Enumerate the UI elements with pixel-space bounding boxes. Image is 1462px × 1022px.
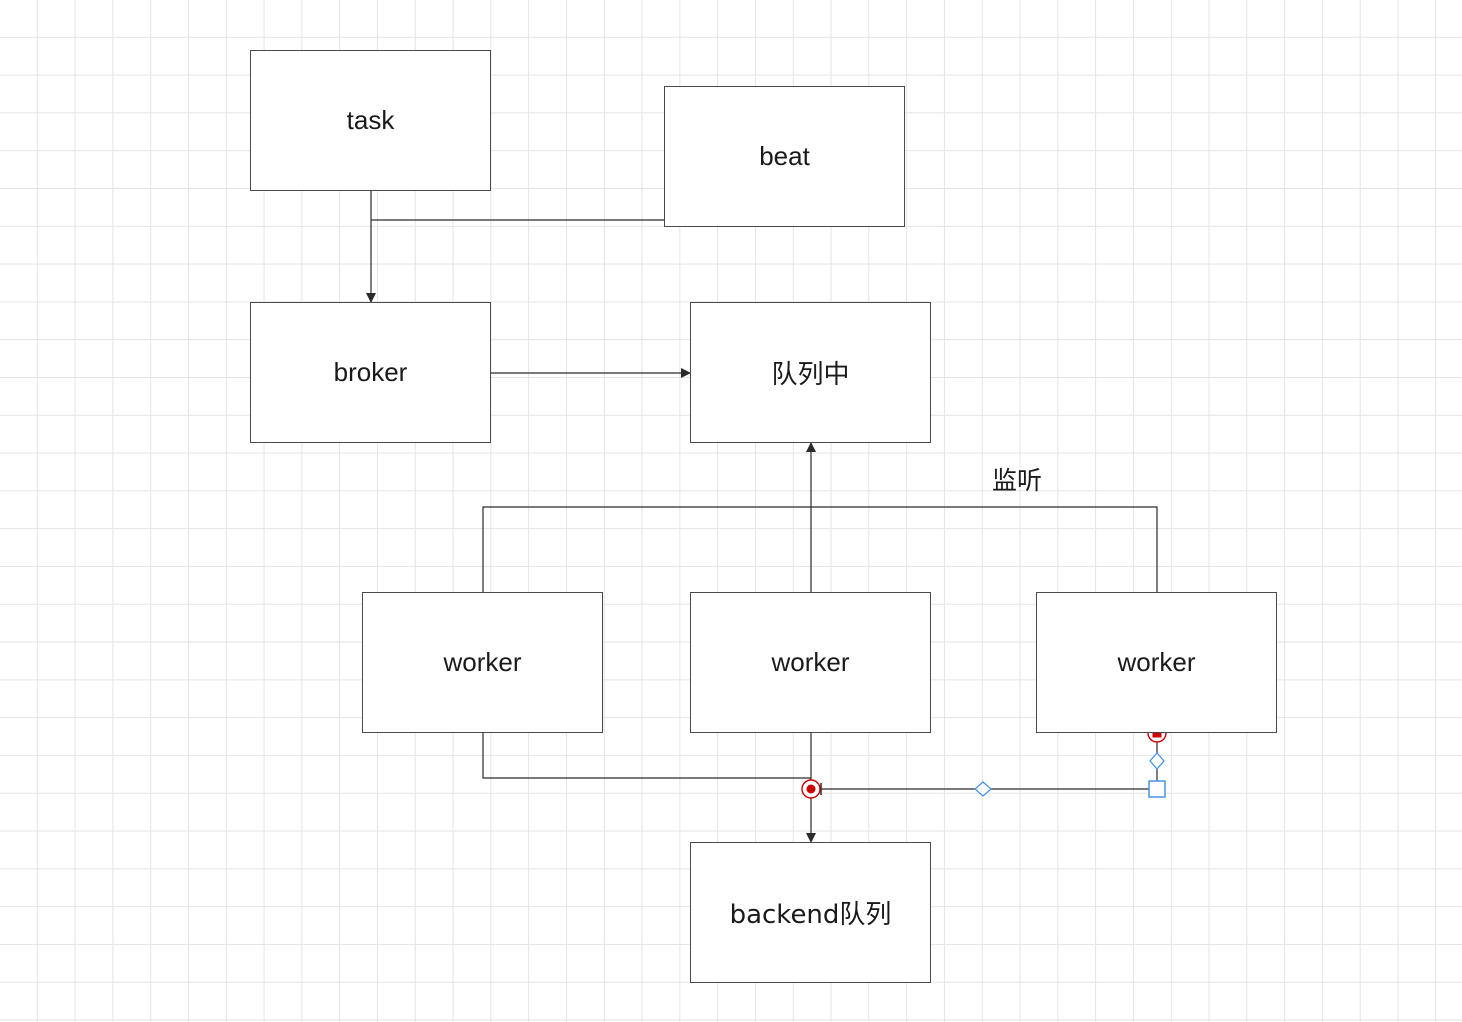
edge-left-worker-to-backend[interactable] [482, 733, 811, 779]
node-backend-queue[interactable]: backend队列 [690, 842, 931, 983]
node-beat[interactable]: beat [664, 86, 905, 227]
node-queue-label: 队列中 [771, 360, 850, 390]
node-worker-center[interactable]: worker [690, 592, 931, 733]
connector-corner-handle[interactable] [1148, 780, 1166, 798]
node-task-label: task [346, 105, 395, 135]
node-queue[interactable]: 队列中 [690, 302, 931, 443]
connector-end-handle[interactable] [801, 779, 821, 799]
node-broker[interactable]: broker [250, 302, 491, 443]
node-worker-center-label: worker [771, 647, 850, 677]
node-beat-label: beat [759, 141, 810, 171]
node-worker-left[interactable]: worker [362, 592, 603, 733]
node-worker-right[interactable]: worker [1036, 592, 1277, 733]
node-task[interactable]: task [250, 50, 491, 191]
edge-right-worker-to-backend-selected[interactable] [811, 733, 1158, 790]
node-broker-label: broker [333, 357, 408, 387]
node-worker-left-label: worker [443, 647, 522, 677]
node-worker-right-label: worker [1117, 647, 1196, 677]
edge-label-listen: 监听 [992, 466, 1043, 495]
connector-midpoint-handle-horizontal[interactable] [974, 781, 992, 797]
node-backend-queue-label: backend队列 [729, 900, 892, 930]
connector-midpoint-handle-vertical[interactable] [1149, 752, 1165, 770]
edge-workers-listen-to-queue[interactable] [482, 506, 1158, 593]
